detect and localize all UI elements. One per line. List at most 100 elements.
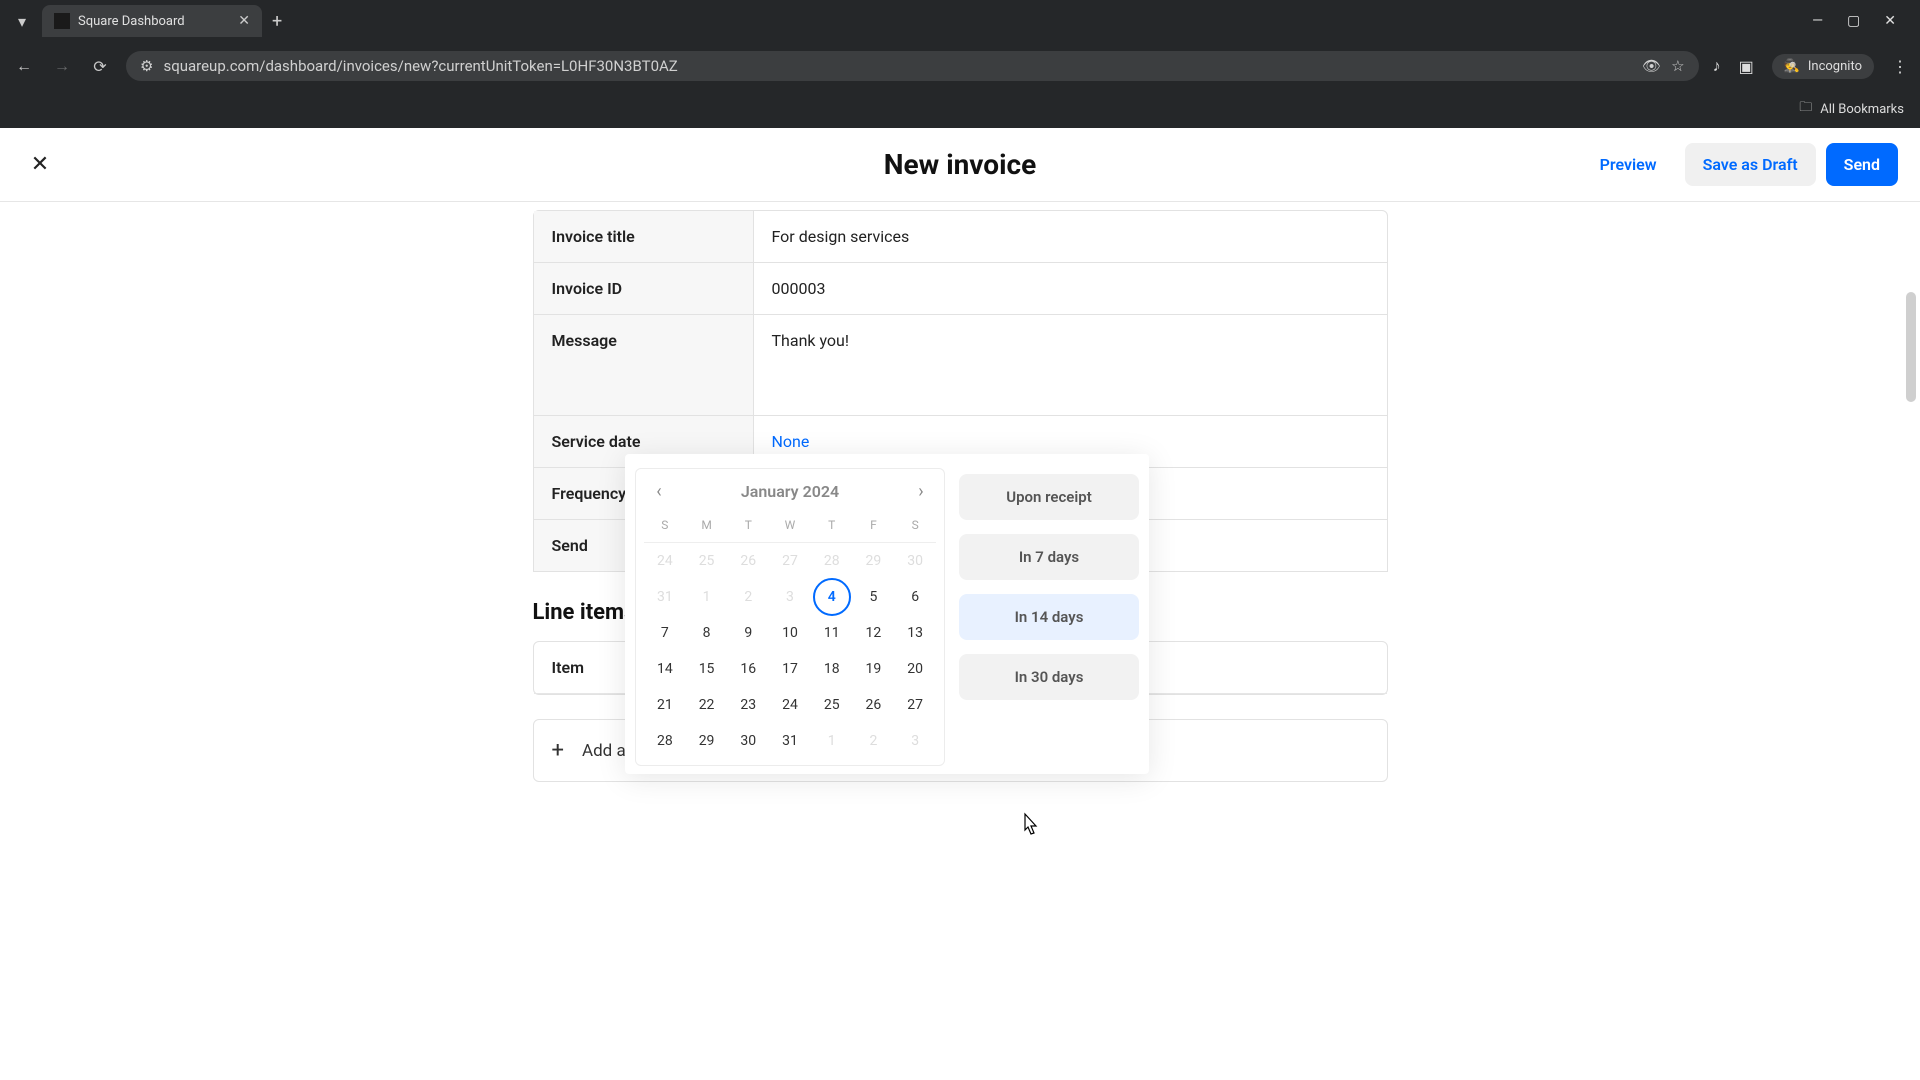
- calendar-day-disabled: 27: [769, 543, 811, 579]
- calendar-day[interactable]: 18: [811, 651, 853, 687]
- menu-icon[interactable]: ⋮: [1892, 57, 1908, 76]
- calendar-month: January 2024: [741, 482, 839, 501]
- calendar-day[interactable]: 24: [769, 687, 811, 723]
- label-message: Message: [534, 315, 754, 415]
- row-invoice-title: Invoice title For design services: [534, 211, 1387, 263]
- next-month-icon[interactable]: ›: [910, 481, 932, 502]
- calendar-dow: F: [853, 512, 895, 543]
- tab-bar: ▾ Square Dashboard ✕ + — ▢ ✕: [0, 0, 1920, 42]
- prev-month-icon[interactable]: ‹: [648, 481, 670, 502]
- value-invoice-title[interactable]: For design services: [754, 211, 1387, 262]
- calendar-day-disabled: 1: [686, 579, 728, 615]
- calendar-day[interactable]: 17: [769, 651, 811, 687]
- window-controls: — ▢ ✕: [1812, 13, 1912, 29]
- favicon-icon: [54, 13, 70, 29]
- calendar-day[interactable]: 13: [894, 615, 936, 651]
- eye-off-icon[interactable]: 👁: [1642, 57, 1661, 75]
- label-invoice-id: Invoice ID: [534, 263, 754, 314]
- calendar-day-today[interactable]: 4: [811, 579, 853, 615]
- nav-right: ♪ ▣ 🕵 Incognito ⋮: [1713, 54, 1908, 79]
- calendar-day[interactable]: 14: [644, 651, 686, 687]
- date-picker-popup: ‹ January 2024 › SMTWTFS2425262728293031…: [625, 454, 1149, 774]
- calendar-day[interactable]: 28: [644, 723, 686, 759]
- calendar-day-disabled: 1: [811, 723, 853, 759]
- preset-30-days[interactable]: In 30 days: [959, 654, 1139, 700]
- browser-tab[interactable]: Square Dashboard ✕: [42, 5, 262, 37]
- calendar-day[interactable]: 26: [853, 687, 895, 723]
- calendar-day[interactable]: 11: [811, 615, 853, 651]
- send-button[interactable]: Send: [1826, 143, 1898, 186]
- calendar-grid: SMTWTFS242526272829303112345678910111213…: [644, 512, 936, 759]
- date-presets: Upon receipt In 7 days In 14 days In 30 …: [959, 468, 1139, 766]
- calendar-day[interactable]: 6: [894, 579, 936, 615]
- all-bookmarks-link[interactable]: All Bookmarks: [1820, 102, 1904, 117]
- preset-7-days[interactable]: In 7 days: [959, 534, 1139, 580]
- calendar: ‹ January 2024 › SMTWTFS2425262728293031…: [635, 468, 945, 766]
- calendar-day[interactable]: 30: [727, 723, 769, 759]
- calendar-day-disabled: 2: [727, 579, 769, 615]
- incognito-indicator[interactable]: 🕵 Incognito: [1772, 54, 1874, 79]
- calendar-day-disabled: 25: [686, 543, 728, 579]
- minimize-icon[interactable]: —: [1812, 13, 1823, 29]
- calendar-day[interactable]: 27: [894, 687, 936, 723]
- back-icon[interactable]: ←: [12, 54, 36, 78]
- calendar-day[interactable]: 7: [644, 615, 686, 651]
- calendar-dow: S: [644, 512, 686, 543]
- calendar-day[interactable]: 29: [686, 723, 728, 759]
- calendar-day[interactable]: 19: [853, 651, 895, 687]
- calendar-dow: T: [811, 512, 853, 543]
- value-message[interactable]: Thank you!: [754, 315, 1387, 415]
- content-area: Invoice title For design services Invoic…: [0, 202, 1920, 1080]
- cursor-icon: [1019, 812, 1039, 842]
- label-invoice-title: Invoice title: [534, 211, 754, 262]
- calendar-day-disabled: 24: [644, 543, 686, 579]
- calendar-day-disabled: 31: [644, 579, 686, 615]
- calendar-day[interactable]: 15: [686, 651, 728, 687]
- close-window-icon[interactable]: ✕: [1884, 13, 1896, 29]
- maximize-icon[interactable]: ▢: [1847, 13, 1860, 29]
- calendar-day[interactable]: 16: [727, 651, 769, 687]
- tab-close-icon[interactable]: ✕: [238, 13, 250, 29]
- value-invoice-id[interactable]: 000003: [754, 263, 1387, 314]
- incognito-label: Incognito: [1808, 59, 1862, 74]
- close-icon[interactable]: ✕: [22, 147, 58, 183]
- calendar-day[interactable]: 10: [769, 615, 811, 651]
- nav-bar: ← → ⟳ ⚙ squareup.com/dashboard/invoices/…: [0, 42, 1920, 90]
- calendar-day[interactable]: 8: [686, 615, 728, 651]
- calendar-day[interactable]: 12: [853, 615, 895, 651]
- media-icon[interactable]: ♪: [1713, 56, 1721, 76]
- calendar-dow: M: [686, 512, 728, 543]
- calendar-day-disabled: 30: [894, 543, 936, 579]
- calendar-day[interactable]: 5: [853, 579, 895, 615]
- bookmark-bar: 🗀 All Bookmarks: [0, 90, 1920, 128]
- site-settings-icon[interactable]: ⚙: [140, 57, 153, 75]
- calendar-day[interactable]: 21: [644, 687, 686, 723]
- tab-dropdown-icon[interactable]: ▾: [8, 7, 36, 35]
- scrollbar-thumb[interactable]: [1906, 292, 1916, 402]
- calendar-day[interactable]: 22: [686, 687, 728, 723]
- reload-icon[interactable]: ⟳: [88, 54, 112, 78]
- bookmark-star-icon[interactable]: ☆: [1671, 57, 1684, 75]
- new-tab-icon[interactable]: +: [272, 11, 282, 32]
- calendar-day[interactable]: 20: [894, 651, 936, 687]
- preset-14-days[interactable]: In 14 days: [959, 594, 1139, 640]
- app-header: ✕ New invoice Preview Save as Draft Send: [0, 128, 1920, 202]
- preset-upon-receipt[interactable]: Upon receipt: [959, 474, 1139, 520]
- preview-button[interactable]: Preview: [1582, 143, 1675, 186]
- row-invoice-id: Invoice ID 000003: [534, 263, 1387, 315]
- incognito-icon: 🕵: [1784, 59, 1800, 74]
- calendar-dow: T: [727, 512, 769, 543]
- plus-icon: +: [552, 738, 564, 763]
- calendar-day-disabled: 28: [811, 543, 853, 579]
- panel-icon[interactable]: ▣: [1739, 57, 1754, 76]
- calendar-day-disabled: 2: [853, 723, 895, 759]
- header-actions: Preview Save as Draft Send: [1582, 143, 1898, 186]
- calendar-day-disabled: 3: [769, 579, 811, 615]
- calendar-day[interactable]: 25: [811, 687, 853, 723]
- forward-icon[interactable]: →: [50, 54, 74, 78]
- calendar-day[interactable]: 9: [727, 615, 769, 651]
- address-bar[interactable]: ⚙ squareup.com/dashboard/invoices/new?cu…: [126, 51, 1699, 81]
- calendar-day[interactable]: 23: [727, 687, 769, 723]
- calendar-day[interactable]: 31: [769, 723, 811, 759]
- save-draft-button[interactable]: Save as Draft: [1685, 143, 1816, 186]
